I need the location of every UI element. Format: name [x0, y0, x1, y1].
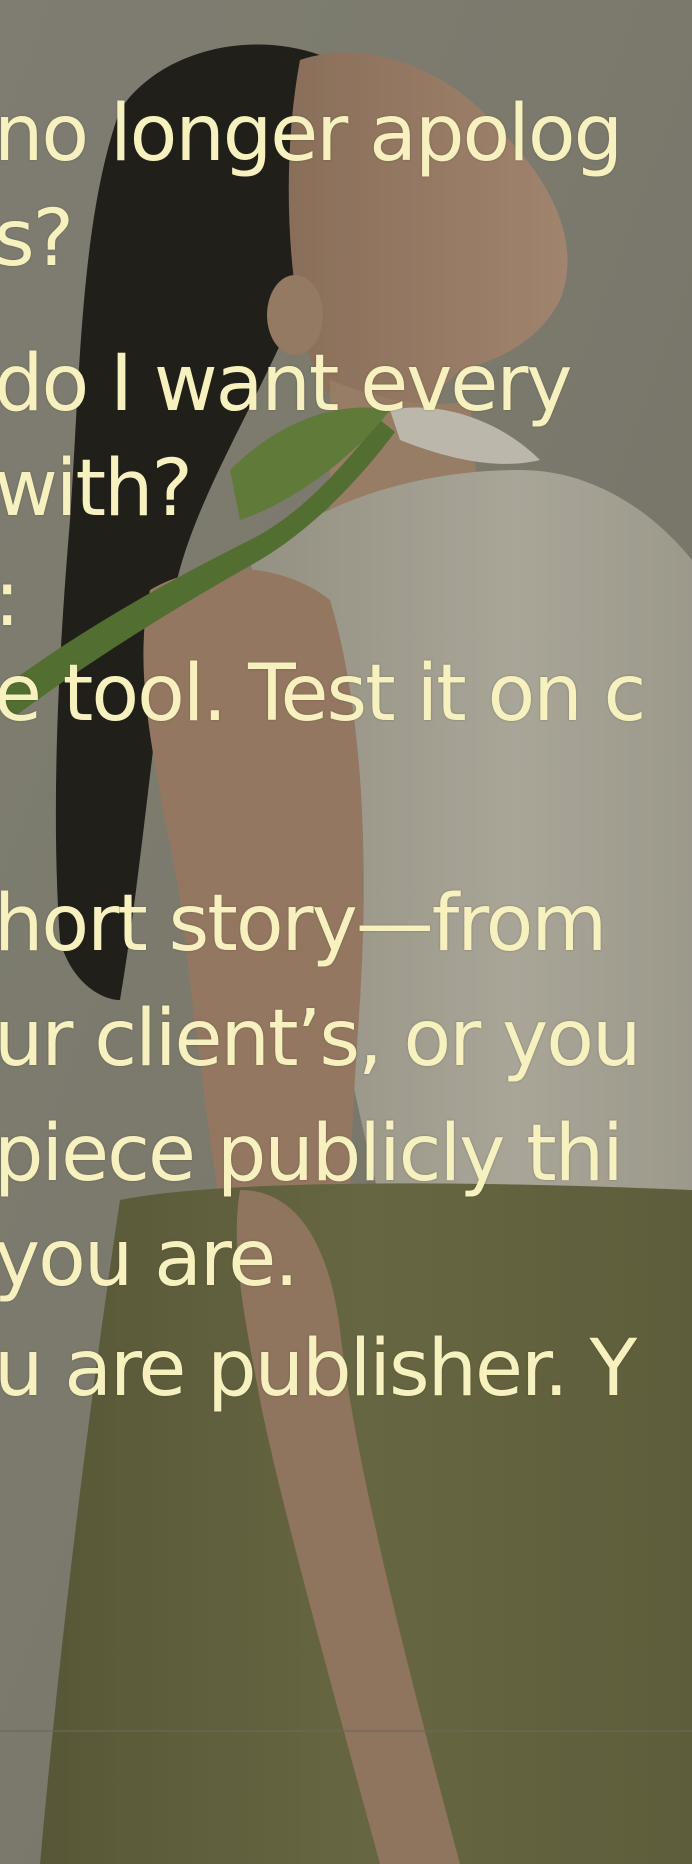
text-line-7: hort story—from — [0, 879, 607, 969]
text-line-2: s? — [0, 194, 74, 284]
text-line-9: piece publicly thi — [0, 1109, 624, 1199]
overlay-text-block: no longer apolog s? do I want every with… — [0, 0, 692, 1864]
text-line-3: do I want every — [0, 339, 573, 429]
text-line-11: u are publisher. Y — [0, 1324, 637, 1414]
text-line-6: e tool. Test it on c — [0, 649, 646, 739]
text-line-10: you are. — [0, 1214, 299, 1304]
text-line-5: : — [0, 560, 20, 638]
text-line-4: with? — [0, 444, 193, 534]
text-line-1: no longer apolog — [0, 89, 623, 179]
text-line-8: ur client’s, or you — [0, 994, 641, 1084]
